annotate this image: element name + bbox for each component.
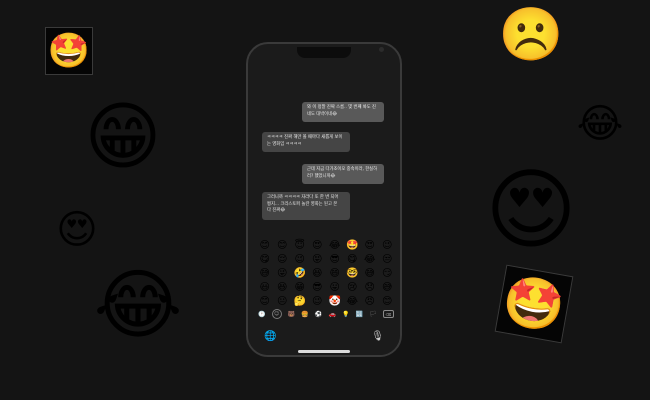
emoji-key[interactable]: 😆 [274, 282, 292, 293]
star-struck-emoji-framed-tilted: 🤩 [494, 264, 574, 344]
emoji-key[interactable]: 🤣 [291, 268, 309, 279]
heart-eyes-emoji-small: 😍 [56, 207, 98, 253]
emoji-key[interactable]: 😒 [379, 254, 397, 265]
emoji-key[interactable]: 😢 [344, 282, 362, 293]
emoji-key[interactable]: 😃 [256, 282, 274, 293]
recent-category-icon[interactable]: 🕐 [258, 311, 265, 318]
grinning-face-emoji: 😁 [84, 94, 162, 180]
emoji-key[interactable]: 🤩 [344, 240, 362, 251]
chat-bubble-received: ㅋㅋㅋㅋ 진짜 해만 볼 때마다 새롭게 보이 는 영화임 ㅋㅋㅋㅋ [262, 132, 350, 152]
animals-category-icon[interactable]: 🐻 [288, 311, 295, 318]
globe-icon[interactable]: 🌐 [264, 331, 276, 342]
chat-thread: 와 이 정말 진짜 스름.. 몇 번째 봐도 진 네도 대박이네😂 ㅋㅋㅋㅋ 진… [248, 44, 400, 236]
rolling-laughing-emoji: 😂 [93, 260, 183, 349]
emoji-key[interactable]: 😊 [274, 240, 292, 251]
travel-category-icon[interactable]: 🚗 [328, 311, 335, 318]
emoji-key[interactable]: 😝 [309, 254, 327, 265]
tears-of-joy-emoji: 😂 [576, 101, 624, 147]
chat-bubble-sent: 근데 지금 다가조이오 중속이라, 한실하 러? 했었니까😂 [302, 164, 384, 184]
objects-category-icon[interactable]: 💡 [342, 311, 349, 318]
emoji-key[interactable]: 😊 [379, 296, 397, 307]
emoji-key[interactable]: 😉 [379, 240, 397, 251]
emoji-key[interactable]: 😎 [309, 282, 327, 293]
emoji-key[interactable]: 😎 [326, 254, 344, 265]
emoji-category-bar: 🕐 ☺ 🐻 🍔 ⚽ 🚗 💡 🔣 🏳 ⌫ [258, 307, 394, 321]
emoji-key[interactable]: 😅 [361, 268, 379, 279]
emoji-key[interactable]: 🤓 [344, 268, 362, 279]
emoji-key[interactable]: 😍 [361, 240, 379, 251]
emoji-key[interactable]: 😇 [291, 240, 309, 251]
emoji-key[interactable]: 😞 [361, 282, 379, 293]
activity-category-icon[interactable]: ⚽ [315, 311, 322, 318]
frowning-face-emoji: ☹️ [498, 5, 564, 65]
emoji-key[interactable]: 😐 [274, 296, 292, 307]
emoji-key[interactable]: 😊 [256, 240, 274, 251]
emoji-key[interactable]: 😅 [379, 282, 397, 293]
emoji-key[interactable]: 😍 [309, 240, 327, 251]
emoji-key[interactable]: 😄 [326, 268, 344, 279]
delete-key-icon[interactable]: ⌫ [383, 310, 394, 318]
emoji-key[interactable]: 🤡 [326, 296, 344, 307]
emoji-key[interactable]: 😆 [309, 268, 327, 279]
emoji-key[interactable]: 🤔 [291, 296, 309, 307]
symbols-category-icon[interactable]: 🔣 [356, 311, 363, 318]
emoji-key[interactable]: 😂 [344, 296, 362, 307]
home-indicator[interactable] [298, 350, 350, 353]
emoji-key[interactable]: 😜 [274, 268, 292, 279]
smileys-category-icon[interactable]: ☺ [271, 309, 282, 319]
star-struck-emoji-framed: 🤩 [45, 27, 93, 75]
microphone-icon[interactable]: 🎙 [371, 331, 384, 342]
emoji-keyboard: 😊 😊 😇 😍 😂 🤩 😍 😉 😋 😌 😉 😝 😎 😋 😂 😒 😅 😜 🤣 😆 😄 🤓 😅 😏 😃 😆 😁 😎 😛 😢 😞 😅 😊 😐 🤔 😉 🤡 😂 😠 😊… [248, 236, 400, 355]
emoji-key[interactable]: 😋 [344, 254, 362, 265]
emoji-key[interactable]: 😁 [291, 282, 309, 293]
emoji-key[interactable]: 😏 [379, 268, 397, 279]
emoji-key[interactable]: 😂 [326, 240, 344, 251]
emoji-key[interactable]: 😛 [326, 282, 344, 293]
emoji-grid: 😊 😊 😇 😍 😂 🤩 😍 😉 😋 😌 😉 😝 😎 😋 😂 😒 😅 😜 🤣 😆 😄 🤓 😅 😏 😃 😆 😁 😎 😛 😢 😞 😅 😊 😐 🤔 😉 🤡 😂 😠 😊 [256, 238, 396, 308]
chat-bubble-sent: 와 이 정말 진짜 스름.. 몇 번째 봐도 진 네도 대박이네😂 [302, 102, 384, 122]
emoji-key[interactable]: 😅 [256, 268, 274, 279]
emoji-key[interactable]: 😊 [256, 296, 274, 307]
chat-bubble-received: 그러니까 ㅋㅋㅋㅋ 자라다 또 한 번 되어 쩡지... 크리스토퍼 놀란 영화… [262, 192, 350, 220]
food-category-icon[interactable]: 🍔 [301, 311, 308, 318]
emoji-key[interactable]: 😉 [291, 254, 309, 265]
emoji-key[interactable]: 😌 [274, 254, 292, 265]
heart-eyes-emoji-large: 😍 [485, 158, 577, 261]
flags-category-icon[interactable]: 🏳 [369, 311, 377, 318]
emoji-key[interactable]: 😠 [361, 296, 379, 307]
emoji-key[interactable]: 😉 [309, 296, 327, 307]
emoji-key[interactable]: 😂 [361, 254, 379, 265]
emoji-key[interactable]: 😋 [256, 254, 274, 265]
phone-mockup: 와 이 정말 진짜 스름.. 몇 번째 봐도 진 네도 대박이네😂 ㅋㅋㅋㅋ 진… [246, 42, 402, 357]
